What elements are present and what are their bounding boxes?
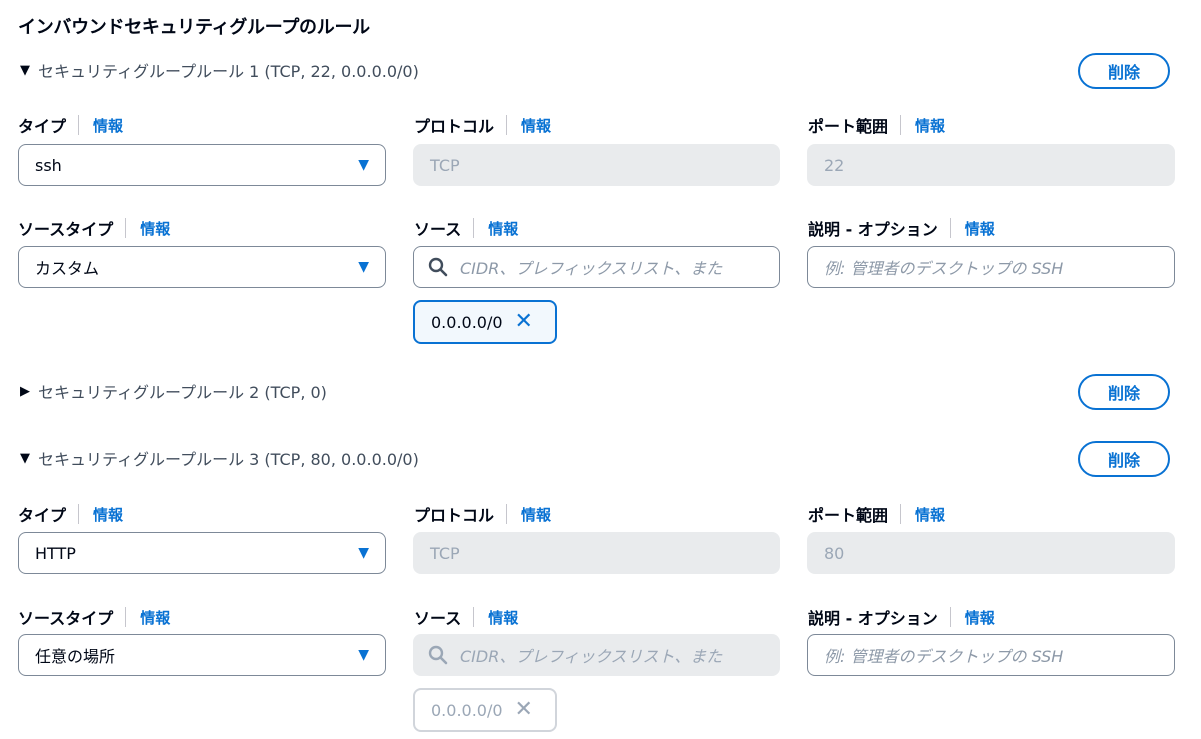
rule-1-source-type-label: ソースタイプ 情報	[18, 218, 171, 239]
search-icon	[428, 645, 448, 665]
rule-1-description-input[interactable]: 例: 管理者のデスクトップの SSH	[807, 246, 1175, 288]
caret-down-icon[interactable]: ▼	[20, 451, 38, 466]
caret-down-icon[interactable]: ▼	[20, 63, 38, 78]
info-link[interactable]: 情報	[965, 607, 995, 628]
rule-1-port-field: 22	[807, 144, 1175, 186]
info-link[interactable]: 情報	[140, 607, 170, 628]
rule-3-type-label: タイプ 情報	[18, 504, 124, 525]
rule-3-source-type-label: ソースタイプ 情報	[18, 607, 171, 628]
rule-1-source-label: ソース 情報	[414, 218, 519, 239]
rule-1-type-label: タイプ 情報	[18, 115, 124, 136]
rule-1-protocol-field: TCP	[413, 144, 780, 186]
rule-1-source-search-input[interactable]: CIDR、プレフィックスリスト、また	[413, 246, 780, 288]
triangle-down-icon: ▼	[358, 259, 369, 275]
rule-1-header[interactable]: ▼ セキュリティグループルール 1 (TCP, 22, 0.0.0.0/0)	[20, 58, 419, 82]
rule-2-title: セキュリティグループルール 2 (TCP, 0)	[38, 383, 327, 402]
rule-1-delete-button[interactable]: 削除	[1078, 53, 1170, 89]
info-link[interactable]: 情報	[93, 115, 123, 136]
info-link[interactable]: 情報	[915, 504, 945, 525]
section-title: インバウンドセキュリティグループのルール	[18, 17, 370, 38]
rule-3-header[interactable]: ▼ セキュリティグループルール 3 (TCP, 80, 0.0.0.0/0)	[20, 446, 419, 470]
info-link[interactable]: 情報	[521, 115, 551, 136]
triangle-down-icon: ▼	[358, 545, 369, 561]
rule-3-port-label: ポート範囲 情報	[808, 504, 946, 525]
rule-1-description-label: 説明 - オプション 情報	[808, 218, 995, 239]
rule-3-port-field: 80	[807, 532, 1175, 574]
rule-1-source-token: 0.0.0.0/0 ✕	[413, 300, 557, 344]
triangle-down-icon: ▼	[358, 647, 369, 663]
info-link[interactable]: 情報	[965, 218, 995, 239]
rule-3-description-input[interactable]: 例: 管理者のデスクトップの SSH	[807, 634, 1175, 676]
info-link[interactable]: 情報	[915, 115, 945, 136]
info-link[interactable]: 情報	[488, 218, 518, 239]
rule-2-header[interactable]: ▶ セキュリティグループルール 2 (TCP, 0)	[20, 379, 327, 403]
rule-3-source-label: ソース 情報	[414, 607, 519, 628]
rule-3-source-search-input: CIDR、プレフィックスリスト、また	[413, 634, 780, 676]
rule-2-delete-button[interactable]: 削除	[1078, 374, 1170, 410]
rule-3-source-token: 0.0.0.0/0 ✕	[413, 688, 557, 732]
rule-3-description-label: 説明 - オプション 情報	[808, 607, 995, 628]
close-icon[interactable]: ✕	[515, 311, 533, 333]
rule-1-title: セキュリティグループルール 1 (TCP, 22, 0.0.0.0/0)	[38, 62, 419, 81]
close-icon: ✕	[514, 697, 533, 722]
rule-3-protocol-label: プロトコル 情報	[414, 504, 552, 525]
rule-1-protocol-label: プロトコル 情報	[414, 115, 552, 136]
info-link[interactable]: 情報	[521, 504, 551, 525]
triangle-down-icon: ▼	[358, 157, 369, 173]
rule-1-type-select[interactable]: ssh ▼	[18, 144, 386, 186]
rule-3-protocol-field: TCP	[413, 532, 780, 574]
info-link[interactable]: 情報	[488, 607, 518, 628]
info-link[interactable]: 情報	[93, 504, 123, 525]
rule-3-source-type-select[interactable]: 任意の場所 ▼	[18, 634, 386, 676]
rule-3-title: セキュリティグループルール 3 (TCP, 80, 0.0.0.0/0)	[38, 450, 419, 469]
search-icon	[428, 257, 448, 277]
rule-3-type-select[interactable]: HTTP ▼	[18, 532, 386, 574]
rule-1-port-label: ポート範囲 情報	[808, 115, 946, 136]
rule-1-source-type-select[interactable]: カスタム ▼	[18, 246, 386, 288]
rule-3-delete-button[interactable]: 削除	[1078, 441, 1170, 477]
info-link[interactable]: 情報	[140, 218, 170, 239]
caret-right-icon[interactable]: ▶	[20, 384, 38, 399]
